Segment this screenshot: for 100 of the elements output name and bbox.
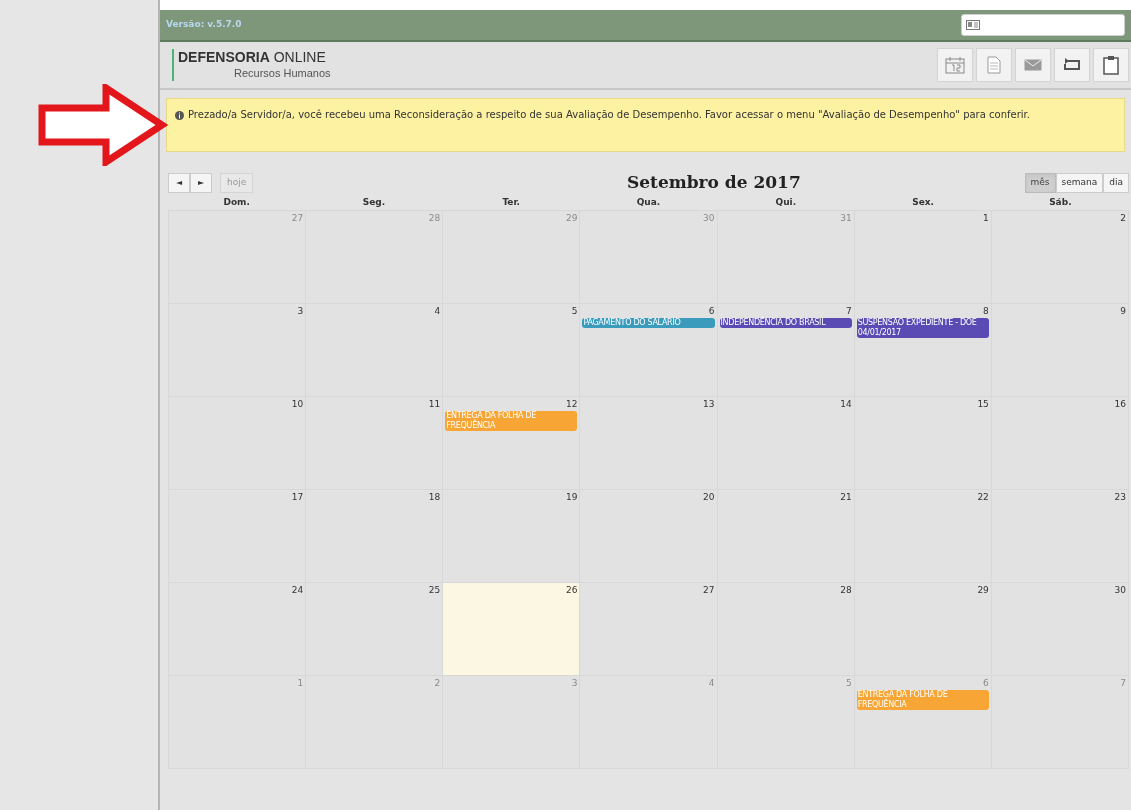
clipboard-button[interactable] [1093, 48, 1129, 82]
month-title: Setembro de 2017 [627, 171, 801, 195]
day-cell[interactable]: 12 ENTREGA DA FOLHA DE FREQUÊNCIA [443, 397, 581, 490]
day-cell[interactable]: 30 [991, 583, 1129, 676]
day-number: 5 [845, 677, 853, 690]
day-number: 30 [1114, 584, 1127, 597]
version-label: Versão: v.5.7.0 [166, 18, 242, 32]
day-number: 12 [565, 398, 579, 411]
day-number: 28 [840, 584, 853, 597]
day-number: 3 [571, 677, 579, 690]
day-number: 30 [703, 212, 716, 225]
day-number: 4 [434, 305, 442, 318]
document-icon [987, 56, 1001, 74]
day-cell[interactable]: 22 [854, 490, 992, 583]
day-number: 3 [297, 305, 305, 318]
day-cell[interactable]: 17 [169, 490, 307, 583]
weekday-header: Sex. [911, 196, 935, 209]
weekday-header: Ter. [501, 196, 521, 209]
day-number: 24 [291, 584, 305, 597]
day-number: 9 [1120, 305, 1127, 318]
day-cell[interactable]: 6 PAGAMENTO DO SALÁRIO [580, 304, 718, 397]
day-cell[interactable]: 23 [991, 490, 1129, 583]
day-cell[interactable]: 29 [854, 583, 992, 676]
day-cell[interactable]: 20 [580, 490, 718, 583]
day-cell[interactable]: 7 INDEPENDÊNCIA DO BRASIL [717, 304, 855, 397]
alert-message: Prezado/a Servidor/a, você recebeu uma Reconsideração a respeito de sua Avaliação de Desempenho. Favor acessar o menu "Avaliação de Desempenho" para conferir. [188, 109, 1030, 122]
day-number: 1 [983, 212, 990, 225]
view-tab[interactable]: mês [1024, 173, 1056, 193]
day-cell[interactable]: 15 [854, 397, 992, 490]
calendar-event[interactable]: INDEPENDÊNCIA DO BRASIL [719, 318, 852, 328]
day-cell[interactable]: 10 [169, 397, 307, 490]
day-number: 15 [977, 398, 990, 411]
day-number: 1 [297, 677, 305, 690]
day-number: 21 [840, 491, 853, 504]
view-tab[interactable]: dia [1103, 173, 1129, 193]
day-number: 14 [840, 398, 853, 411]
day-number: 6 [983, 677, 990, 690]
day-number: 22 [977, 491, 990, 504]
day-cell[interactable]: 4 [306, 304, 444, 397]
next-button[interactable]: ► [190, 173, 212, 193]
day-number: 10 [291, 398, 305, 411]
day-cell[interactable]: 18 [306, 490, 444, 583]
document-button[interactable] [976, 48, 1012, 82]
day-number: 8 [983, 305, 990, 318]
day-number: 13 [703, 398, 716, 411]
weekday-header: Seg. [361, 196, 387, 209]
day-cell[interactable]: 11 [306, 397, 444, 490]
day-number: 7 [1120, 677, 1127, 690]
brand-suffix: ONLINE [273, 48, 326, 65]
day-number: 11 [428, 398, 442, 411]
day-number: 28 [428, 212, 442, 225]
view-tab[interactable]: semana [1055, 173, 1104, 193]
day-number: 16 [1114, 398, 1127, 411]
brand-name: DEFENSORIA [178, 48, 270, 65]
weekday-header: Sáb. [1048, 196, 1073, 209]
day-cell[interactable]: 13 [580, 397, 718, 490]
day-cell[interactable]: 27 [580, 583, 718, 676]
day-cell[interactable]: 14 [717, 397, 855, 490]
day-number: 18 [428, 491, 442, 504]
day-number: 19 [565, 491, 579, 504]
day-cell[interactable]: 9 [991, 304, 1129, 397]
day-number: 25 [428, 584, 442, 597]
day-cell[interactable]: 21 [717, 490, 855, 583]
day-number: 23 [1114, 491, 1127, 504]
day-cell[interactable]: 28 [717, 583, 855, 676]
day-cell[interactable]: 24 [169, 583, 307, 676]
previous-button[interactable]: ◄ [168, 173, 190, 193]
day-number: 31 [840, 212, 853, 225]
weekday-header: Qui. [774, 196, 798, 209]
search-field[interactable] [961, 14, 1125, 36]
day-cell[interactable]: 19 [443, 490, 581, 583]
day-number: 20 [703, 491, 716, 504]
day-number: 4 [708, 677, 716, 690]
day-cell[interactable]: 3 [169, 304, 307, 397]
info-icon [175, 111, 184, 120]
calendar-event[interactable]: SUSPENSÃO EXPEDIENTE - DOE 04/01/2017 [856, 318, 989, 338]
day-cell[interactable]: 16 [991, 397, 1129, 490]
loop-arrows-icon [1061, 58, 1083, 72]
day-cell[interactable]: 26 [443, 583, 581, 676]
id-card-icon [966, 20, 980, 30]
day-number: 6 [708, 305, 716, 318]
day-number: 5 [571, 305, 579, 318]
envelope-icon [1024, 59, 1042, 71]
weekday-header: Dom. [222, 196, 251, 209]
clipboard-icon [1103, 55, 1119, 75]
calendar-icon [945, 56, 965, 74]
day-number: 2 [434, 677, 442, 690]
day-number: 29 [977, 584, 990, 597]
day-number: 29 [565, 212, 579, 225]
day-cell[interactable]: 1 [854, 211, 992, 304]
day-number: 27 [291, 212, 305, 225]
calendar-button[interactable] [937, 48, 973, 82]
day-cell[interactable]: 5 [443, 304, 581, 397]
day-number: 2 [1120, 212, 1127, 225]
day-cell[interactable]: 2 [991, 211, 1129, 304]
day-number: 26 [565, 584, 579, 597]
day-cell[interactable]: 8 SUSPENSÃO EXPEDIENTE - DOE 04/01/2017 [854, 304, 992, 397]
switch-button[interactable] [1054, 48, 1090, 82]
day-cell[interactable]: 25 [306, 583, 444, 676]
day-number: 17 [291, 491, 305, 504]
